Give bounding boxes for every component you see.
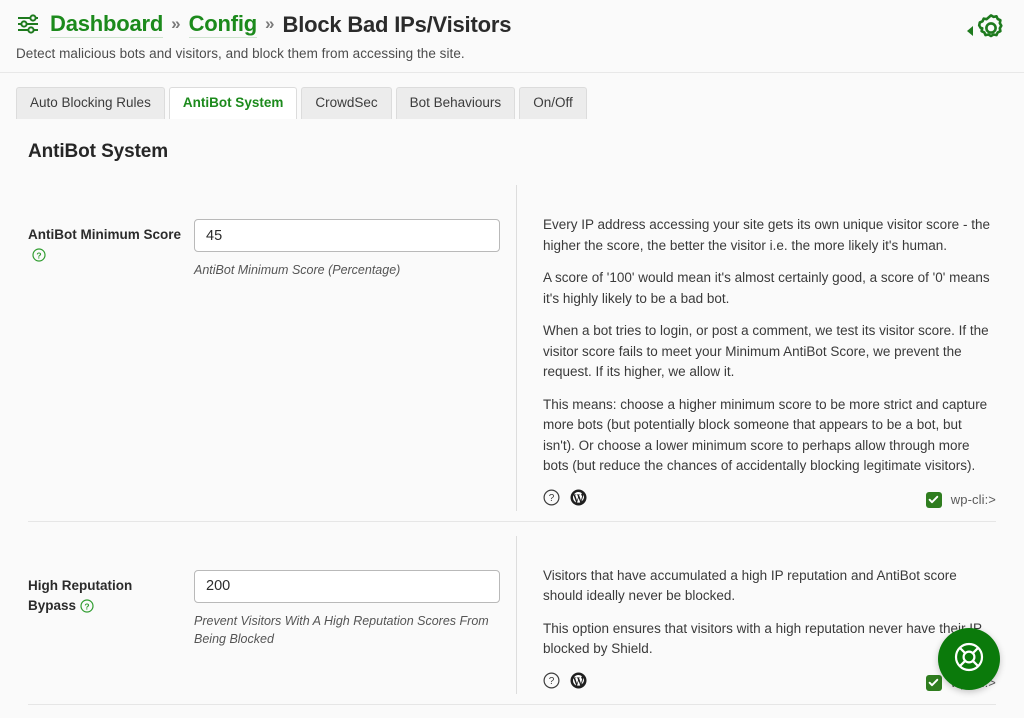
tab-auto-blocking-rules[interactable]: Auto Blocking Rules [16, 87, 165, 119]
tab-antibot-system[interactable]: AntiBot System [168, 87, 298, 119]
main-content: AntiBot System AntiBot Minimum Score? An… [0, 119, 1024, 705]
antibot-minimum-score-input[interactable] [194, 219, 500, 252]
option-description: Every IP address accessing your site get… [516, 185, 1008, 511]
option-field: AntiBot Minimum Score (Percentage) [194, 185, 516, 511]
option-field: Prevent Visitors With A High Reputation … [194, 536, 516, 694]
wp-cli-checkbox[interactable] [925, 491, 942, 508]
page-header: Dashboard » Config » Block Bad IPs/Visit… [0, 0, 1024, 73]
option-row-antibot-minimum-score: AntiBot Minimum Score? AntiBot Minimum S… [16, 171, 1008, 521]
tab-bot-behaviours[interactable]: Bot Behaviours [395, 87, 516, 119]
option-footer-icons: ? [543, 489, 587, 511]
breadcrumb-separator: » [265, 14, 275, 34]
field-hint: AntiBot Minimum Score (Percentage) [194, 263, 401, 277]
option-description: Visitors that have accumulated a high IP… [516, 535, 1008, 694]
wordpress-icon[interactable] [570, 672, 587, 694]
question-circle-icon[interactable]: ? [32, 248, 46, 268]
option-footer: ? wp-cli:> [543, 672, 996, 694]
option-footer: ? wp-cli:> [543, 489, 996, 511]
svg-text:?: ? [36, 251, 41, 261]
option-footer-icons: ? [543, 672, 587, 694]
section-title: AntiBot System [28, 141, 169, 162]
gear-icon [974, 11, 1008, 50]
high-reputation-bypass-input[interactable] [194, 569, 500, 603]
option-label: High Reputation Bypass? [16, 536, 194, 694]
form-footer: Save Settings [0, 705, 1024, 718]
description-paragraph: Every IP address accessing your site get… [543, 217, 990, 253]
option-row-high-reputation-bypass: High Reputation Bypass? Prevent Visitors… [16, 522, 1008, 704]
tab-bar: Auto Blocking Rules AntiBot System Crowd… [0, 73, 1024, 119]
tab-crowdsec[interactable]: CrowdSec [301, 87, 392, 119]
breadcrumb-separator: » [171, 14, 181, 34]
sliders-icon [16, 13, 42, 35]
svg-text:?: ? [549, 493, 555, 504]
description-paragraph: When a bot tries to login, or post a com… [543, 323, 989, 380]
wp-cli-toggle: wp-cli:> [925, 491, 996, 508]
triangle-left-icon [967, 25, 973, 36]
question-circle-icon[interactable]: ? [80, 599, 94, 619]
question-circle-dark-icon[interactable]: ? [543, 489, 560, 511]
wp-cli-checkbox[interactable] [925, 674, 942, 691]
page-root: Dashboard » Config » Block Bad IPs/Visit… [0, 0, 1024, 718]
wp-cli-label: wp-cli:> [950, 492, 996, 508]
option-label-text: AntiBot Minimum Score [28, 227, 182, 242]
support-fab-button[interactable] [938, 628, 1000, 690]
wordpress-icon[interactable] [570, 489, 587, 511]
tab-on-off[interactable]: On/Off [519, 87, 587, 119]
breadcrumb-item-dashboard[interactable]: Dashboard [50, 11, 163, 38]
field-hint: Prevent Visitors With A High Reputation … [194, 613, 489, 647]
question-circle-dark-icon[interactable]: ? [543, 672, 560, 694]
option-label: AntiBot Minimum Score? [16, 185, 194, 511]
description-paragraph: A score of '100' would mean it's almost … [543, 270, 990, 306]
breadcrumb: Dashboard » Config » Block Bad IPs/Visit… [16, 11, 1008, 38]
breadcrumb-item-config[interactable]: Config [188, 11, 257, 38]
description-paragraph: This option ensures that visitors with a… [543, 620, 982, 657]
description-paragraph: This means: choose a higher minimum scor… [543, 396, 988, 474]
page-subtitle: Detect malicious bots and visitors, and … [16, 45, 465, 61]
settings-gear-button[interactable] [967, 11, 1008, 50]
lifebuoy-icon [952, 640, 986, 679]
svg-text:?: ? [549, 676, 555, 687]
description-paragraph: Visitors that have accumulated a high IP… [543, 567, 957, 604]
breadcrumb-item-current: Block Bad IPs/Visitors [282, 11, 512, 37]
svg-text:?: ? [84, 601, 89, 611]
